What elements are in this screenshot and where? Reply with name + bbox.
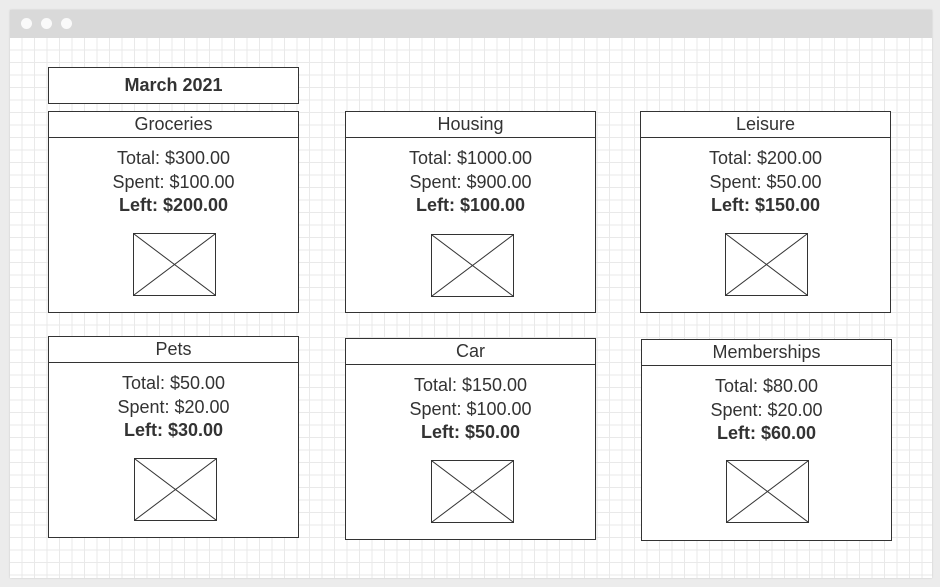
image-placeholder-icon (725, 233, 808, 296)
card-spent: Spent: $20.00 (710, 399, 823, 420)
card-title: Leisure (641, 112, 890, 138)
card-left: Left: $50.00 (420, 422, 521, 442)
window-maximize-dot[interactable] (61, 18, 72, 29)
card-total: Total: $300.00 (116, 148, 231, 168)
app-window: March 2021 Groceries Total: $300.00 Spen… (10, 10, 932, 578)
card-title: Groceries (49, 112, 298, 138)
month-selector[interactable]: March 2021 (48, 67, 299, 104)
image-placeholder-icon (431, 460, 514, 523)
budget-card-car[interactable]: Car Total: $150.00 Spent: $100.00 Left: … (345, 338, 596, 540)
card-spent: Spent: $50.00 (709, 171, 822, 192)
budget-canvas: March 2021 Groceries Total: $300.00 Spen… (10, 38, 932, 578)
month-label: March 2021 (124, 75, 223, 95)
image-placeholder-icon (431, 234, 514, 297)
budget-card-pets[interactable]: Pets Total: $50.00 Spent: $20.00 Left: $… (48, 336, 299, 538)
image-placeholder-icon (133, 233, 216, 296)
card-title: Memberships (642, 340, 891, 366)
card-spent: Spent: $20.00 (117, 396, 230, 417)
card-left: Left: $150.00 (710, 195, 821, 215)
card-title: Pets (49, 337, 298, 363)
image-placeholder-icon (134, 458, 217, 521)
window-minimize-dot[interactable] (41, 18, 52, 29)
card-total: Total: $50.00 (121, 373, 226, 393)
card-spent: Spent: $100.00 (409, 398, 532, 419)
budget-card-leisure[interactable]: Leisure Total: $200.00 Spent: $50.00 Lef… (640, 111, 891, 313)
window-titlebar (10, 10, 932, 38)
budget-card-memberships[interactable]: Memberships Total: $80.00 Spent: $20.00 … (641, 339, 892, 541)
card-total: Total: $1000.00 (408, 148, 533, 168)
budget-card-housing[interactable]: Housing Total: $1000.00 Spent: $900.00 L… (345, 111, 596, 313)
card-title: Housing (346, 112, 595, 138)
card-spent: Spent: $100.00 (112, 171, 235, 192)
card-title: Car (346, 339, 595, 365)
card-left: Left: $200.00 (118, 195, 229, 215)
card-left: Left: $60.00 (716, 423, 817, 443)
card-left: Left: $30.00 (123, 420, 224, 440)
window-close-dot[interactable] (21, 18, 32, 29)
card-total: Total: $200.00 (708, 148, 823, 168)
card-spent: Spent: $900.00 (409, 171, 532, 192)
card-total: Total: $150.00 (413, 375, 528, 395)
card-total: Total: $80.00 (714, 376, 819, 396)
image-placeholder-icon (726, 460, 809, 523)
budget-card-groceries[interactable]: Groceries Total: $300.00 Spent: $100.00 … (48, 111, 299, 313)
card-left: Left: $100.00 (415, 195, 526, 215)
